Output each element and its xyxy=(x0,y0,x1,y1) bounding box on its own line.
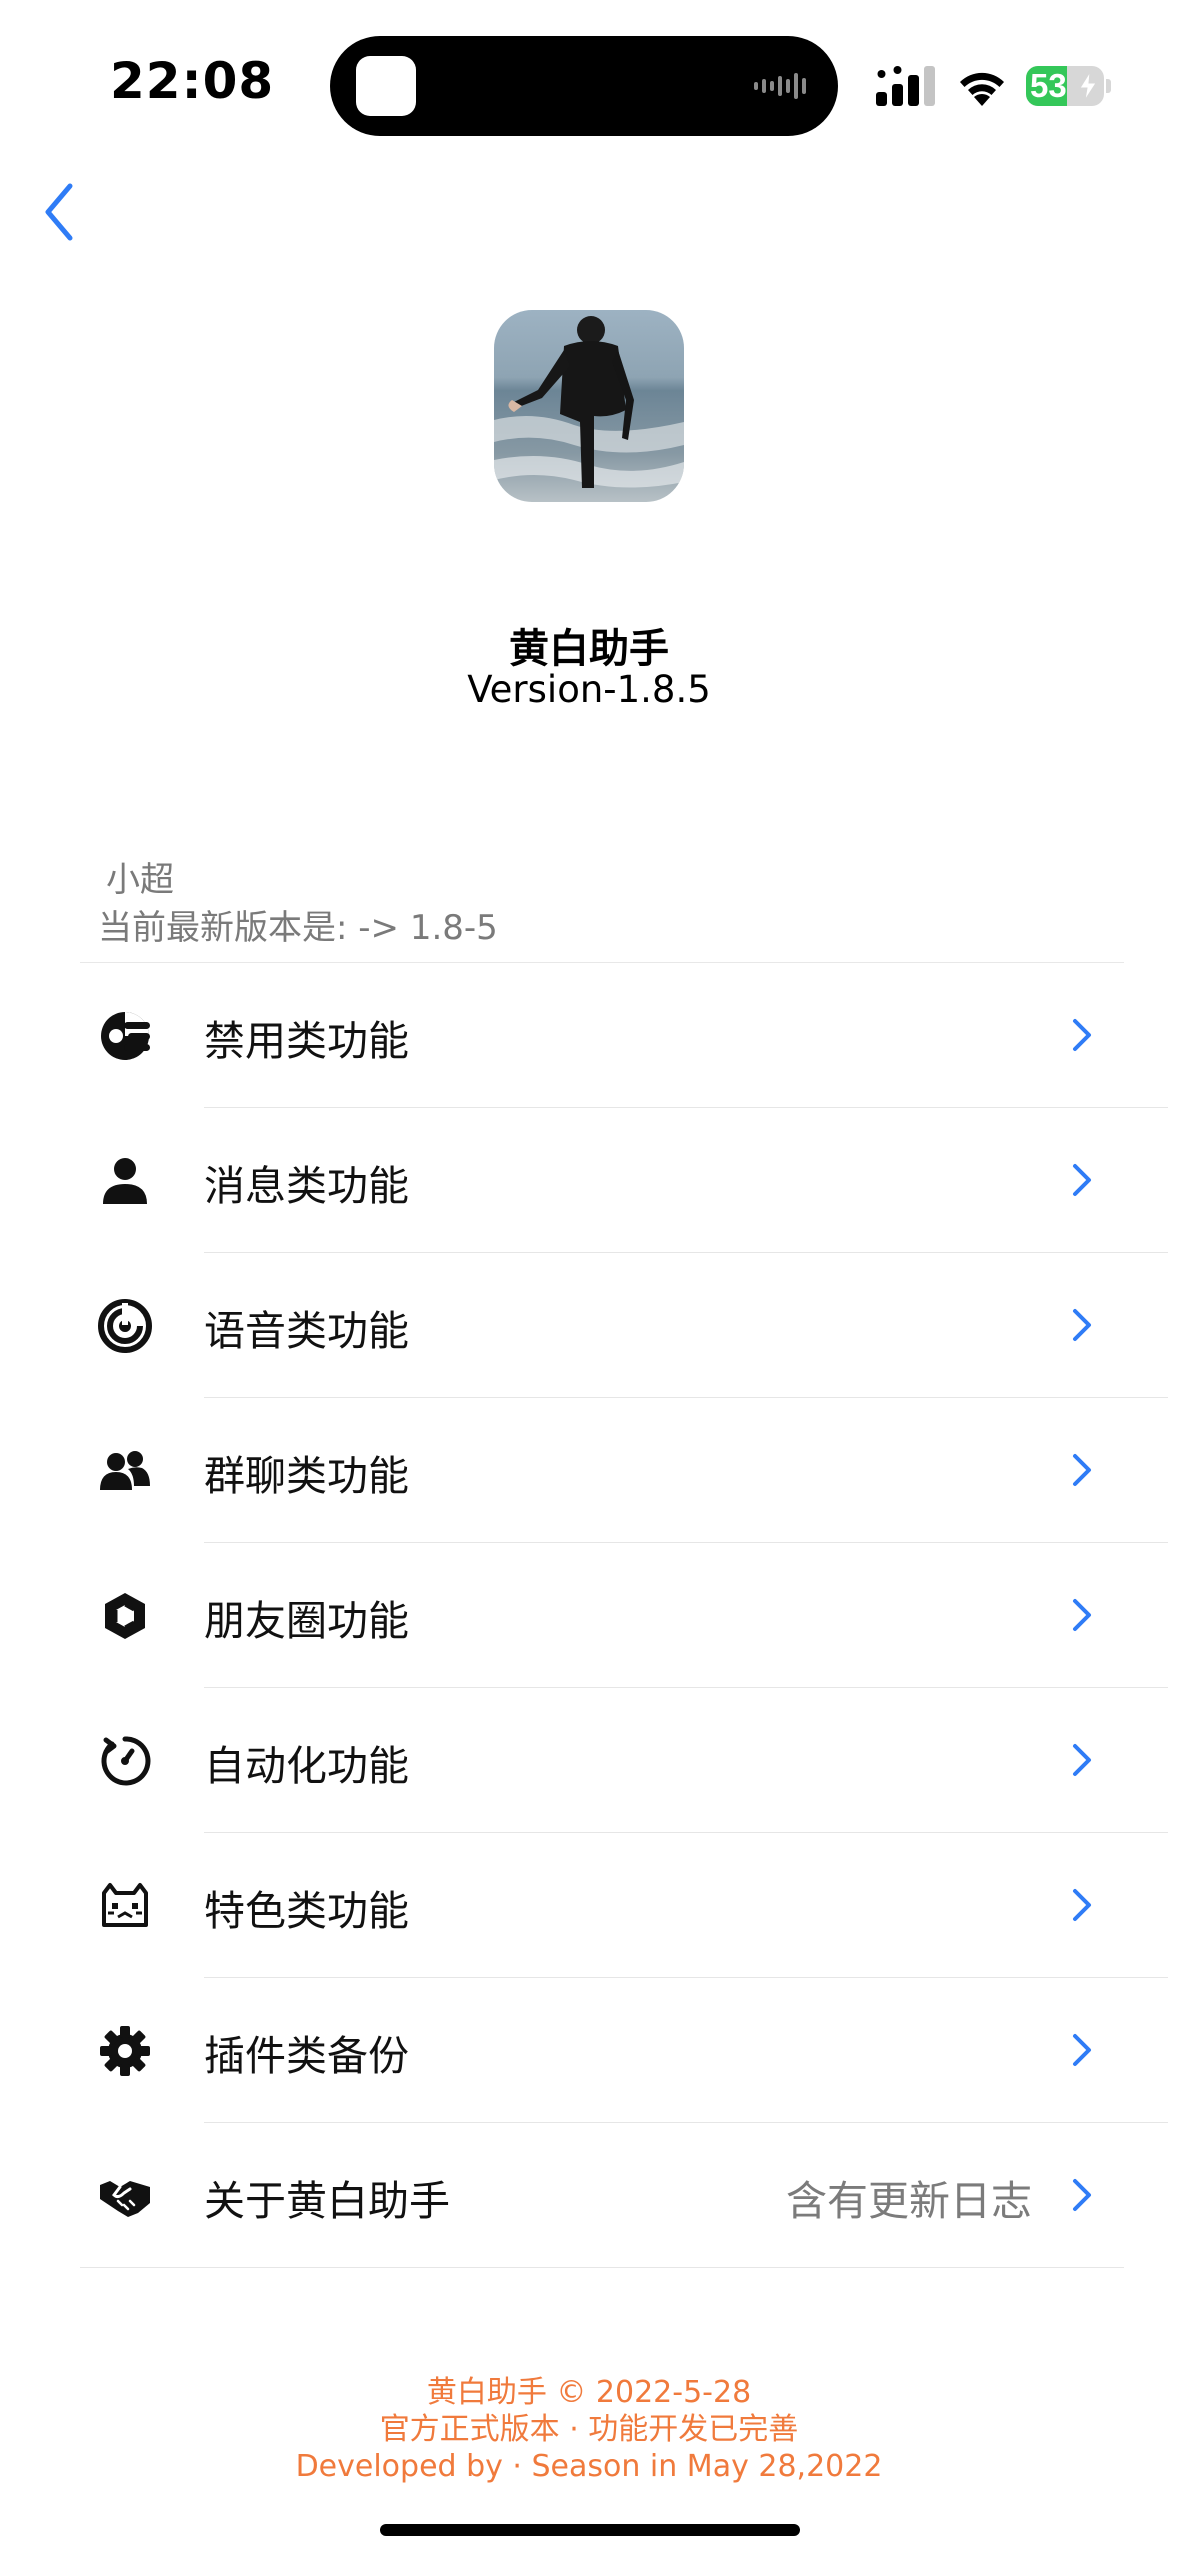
chevron-left-icon xyxy=(45,183,73,241)
menu-row-group-features[interactable]: 群聊类功能 xyxy=(80,1398,1168,1543)
menu-row-disable-features[interactable]: 禁用类功能 xyxy=(80,963,1168,1108)
chevron-right-icon xyxy=(1073,1454,1091,1486)
user-name: 小超 xyxy=(106,860,174,900)
wifi-icon xyxy=(960,72,1004,106)
menu-label: 群聊类功能 xyxy=(204,1452,409,1500)
menu-label: 消息类功能 xyxy=(204,1162,409,1210)
section-header: 小超 当前最新版本是: -> 1.8-5 xyxy=(98,856,498,952)
footer-copyright: 黄白助手 © 2022-5-28 xyxy=(426,2375,752,2410)
person-icon xyxy=(103,1158,147,1204)
menu-label: 自动化功能 xyxy=(204,1742,409,1790)
footer-release-note: 官方正式版本 · 功能开发已完善 xyxy=(379,2412,799,2447)
dynamic-island[interactable] xyxy=(330,36,838,136)
chevron-right-icon xyxy=(1073,1599,1091,1631)
audio-wave-icon xyxy=(754,73,806,99)
chevron-right-icon xyxy=(1073,1019,1091,1051)
gear-icon xyxy=(100,2026,150,2076)
aperture-icon xyxy=(105,1593,145,1639)
block-icon xyxy=(101,1012,150,1060)
cat-icon xyxy=(102,1883,148,1927)
app-avatar xyxy=(494,310,684,502)
menu-label: 禁用类功能 xyxy=(204,1017,409,1065)
timer-icon xyxy=(101,1736,151,1786)
status-time: 22:08 xyxy=(110,52,275,110)
home-indicator[interactable] xyxy=(380,2524,800,2536)
chevron-right-icon xyxy=(1073,1309,1091,1341)
menu-row-voice-features[interactable]: 语音类功能 xyxy=(80,1253,1168,1398)
handshake-icon xyxy=(100,2181,150,2217)
footer: 黄白助手 © 2022-5-28 官方正式版本 · 功能开发已完善 Develo… xyxy=(0,2374,1178,2485)
chevron-right-icon xyxy=(1073,2179,1091,2211)
chevron-right-icon xyxy=(1073,1164,1091,1196)
menu-label: 语音类功能 xyxy=(204,1307,409,1355)
status-bar: 22:08 53 xyxy=(0,0,1178,170)
app-name: 黄白助手 xyxy=(509,626,669,672)
update-log-hint: 含有更新日志 xyxy=(786,2177,1032,2225)
menu-row-automation-features[interactable]: 自动化功能 xyxy=(80,1688,1168,1833)
back-button[interactable] xyxy=(36,178,86,248)
latest-version-text: 当前最新版本是: -> 1.8-5 xyxy=(98,908,498,948)
group-icon xyxy=(100,1451,150,1490)
menu-row-plugin-backup[interactable]: 插件类备份 xyxy=(80,1978,1168,2123)
cellular-signal-icon xyxy=(876,66,935,106)
chevron-right-icon xyxy=(1073,1744,1091,1776)
footer-developer: Developed by · Season in May 28,2022 xyxy=(295,2449,883,2484)
menu-row-about[interactable]: 关于黄白助手 含有更新日志 xyxy=(80,2123,1124,2268)
menu-row-special-features[interactable]: 特色类功能 xyxy=(80,1833,1168,1978)
island-app-icon xyxy=(356,56,416,116)
app-version: Version-1.8.5 xyxy=(467,668,711,711)
chevron-right-icon xyxy=(1073,1889,1091,1921)
feature-list: 禁用类功能 消息类功能 语音类功能 群聊类功能 朋友圈功能 自动化功能 特色类功… xyxy=(80,962,1168,2268)
menu-label: 插件类备份 xyxy=(204,2032,409,2080)
menu-row-message-features[interactable]: 消息类功能 xyxy=(80,1108,1168,1253)
menu-label: 特色类功能 xyxy=(204,1887,409,1935)
menu-label: 关于黄白助手 xyxy=(204,2177,450,2225)
menu-label: 朋友圈功能 xyxy=(204,1597,409,1645)
menu-row-moments-features[interactable]: 朋友圈功能 xyxy=(80,1543,1168,1688)
chevron-right-icon xyxy=(1073,2034,1091,2066)
battery-level: 53 xyxy=(1030,67,1067,104)
battery-indicator: 53 xyxy=(1026,66,1111,106)
charging-bolt-icon xyxy=(1079,72,1097,100)
voice-icon xyxy=(98,1299,152,1353)
